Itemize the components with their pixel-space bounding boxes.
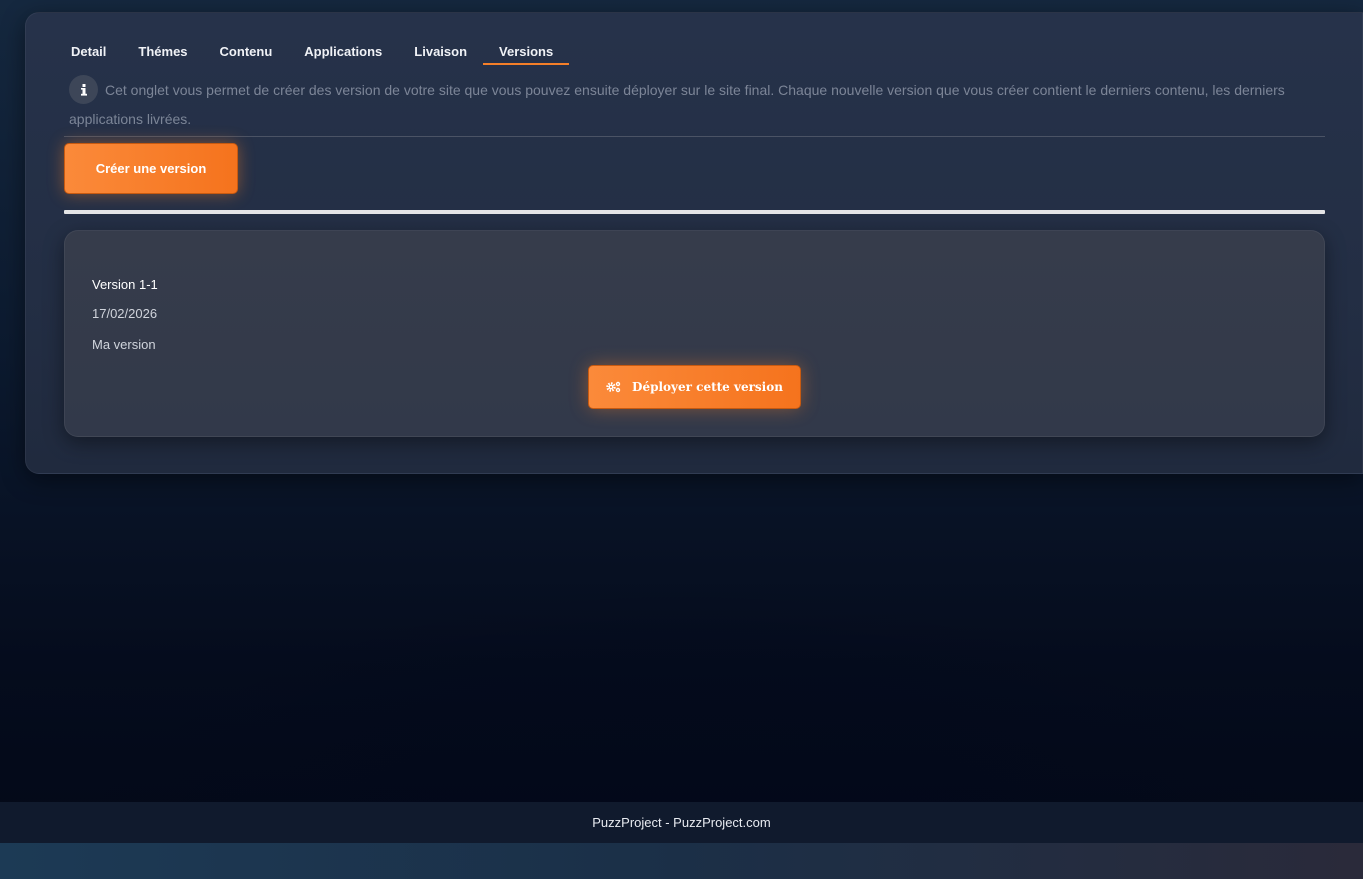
- deploy-label: Déployer cette version: [632, 380, 783, 394]
- version-card: Version 1-1 17/02/2026 Ma version Déploy…: [64, 230, 1325, 437]
- separator-bar: [64, 210, 1325, 214]
- info-text: Cet onglet vous permet de créer des vers…: [69, 82, 1285, 127]
- version-name: Version 1-1: [92, 277, 158, 292]
- tab-bar: Detail Thémes Contenu Applications Livai…: [65, 40, 570, 65]
- version-date: 17/02/2026: [92, 306, 158, 321]
- create-version-button[interactable]: Créer une version: [64, 143, 238, 194]
- tab-versions[interactable]: Versions: [483, 40, 570, 65]
- tab-detail[interactable]: Detail: [65, 40, 122, 64]
- version-description: Ma version: [92, 337, 156, 352]
- info-message: Cet onglet vous permet de créer des vers…: [69, 75, 1299, 132]
- tab-applications[interactable]: Applications: [288, 40, 398, 64]
- cogs-icon: [606, 381, 622, 393]
- info-icon: [69, 75, 98, 104]
- bottom-strip: [0, 843, 1363, 879]
- tab-themes[interactable]: Thémes: [122, 40, 203, 64]
- deploy-version-button[interactable]: Déployer cette version: [588, 365, 801, 409]
- section-divider: [64, 136, 1325, 137]
- footer: PuzzProject - PuzzProject.com: [0, 802, 1363, 843]
- footer-text: PuzzProject - PuzzProject.com: [592, 815, 771, 830]
- tab-contenu[interactable]: Contenu: [204, 40, 289, 64]
- project-panel: Detail Thémes Contenu Applications Livai…: [25, 12, 1363, 474]
- tab-livaison[interactable]: Livaison: [398, 40, 483, 64]
